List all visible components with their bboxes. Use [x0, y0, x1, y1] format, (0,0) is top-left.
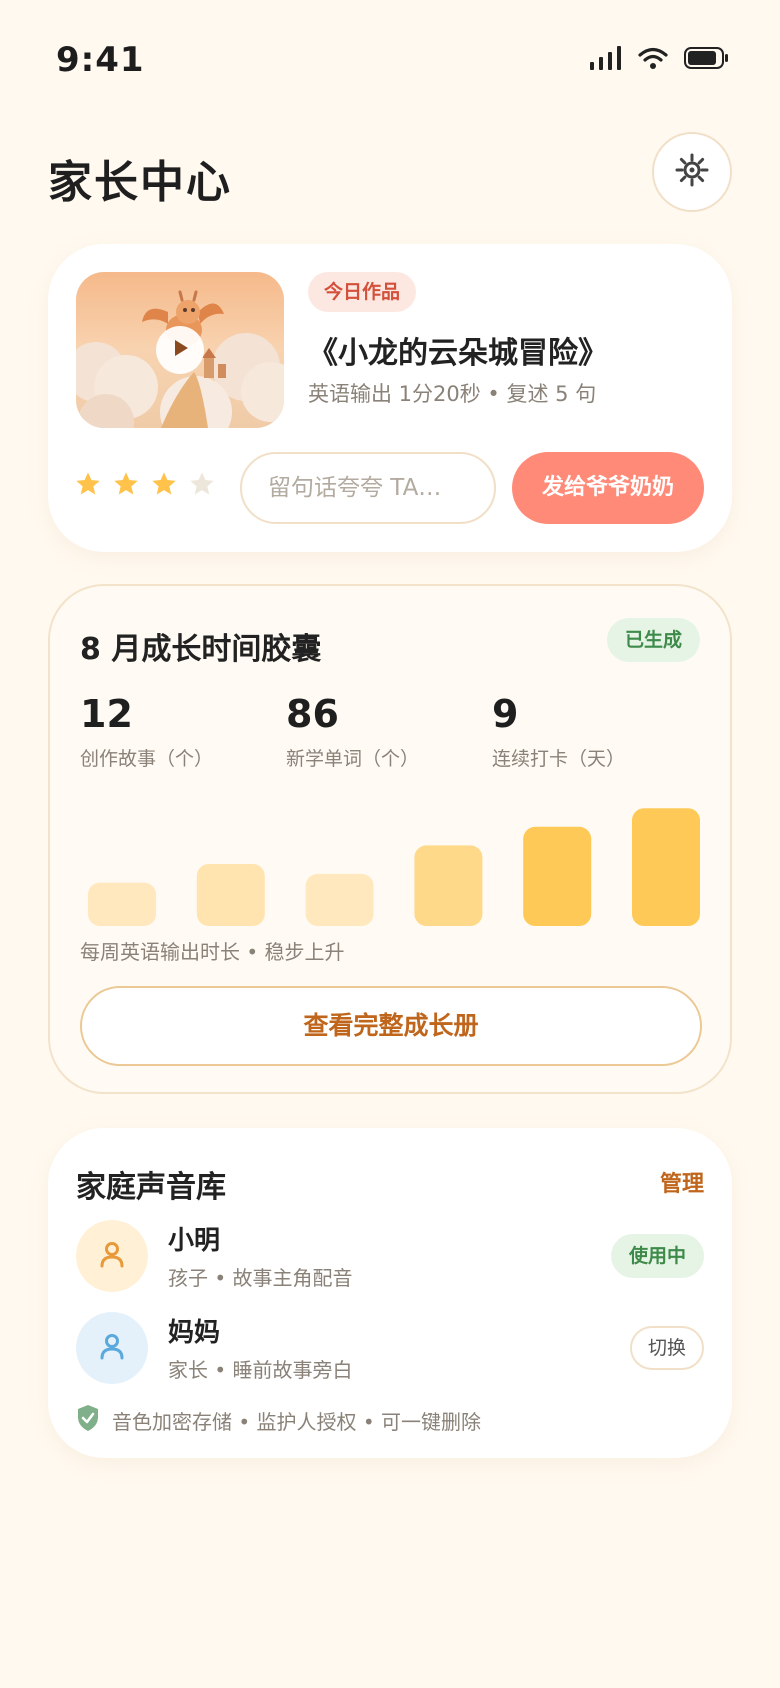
status-time: 9:41: [56, 40, 145, 80]
stat-streak: 9 连续打卡（天）: [492, 692, 625, 771]
voice-desc: 家长 • 睡前故事旁白: [168, 1358, 353, 1382]
stat-value: 86: [286, 692, 339, 736]
privacy-note: 音色加密存储 • 监护人授权 • 可一键删除: [76, 1404, 481, 1436]
star-empty-icon[interactable]: [188, 470, 216, 504]
switch-button[interactable]: 切换: [629, 1326, 704, 1370]
wifi-icon: [638, 47, 668, 73]
story-meta: 英语输出 1分20秒 • 复述 5 句: [308, 382, 597, 406]
chart-bar-week-1: [88, 882, 156, 926]
voice-item-xiaoming[interactable]: 小明 孩子 • 故事主角配音 使用中: [76, 1220, 704, 1292]
page-title: 家长中心: [48, 157, 232, 208]
voice-name: 妈妈: [168, 1318, 221, 1348]
battery-icon: [684, 47, 730, 73]
chart-bar-week-3: [305, 873, 374, 926]
stat-words: 86 新学单词（个）: [286, 692, 419, 771]
star-filled-icon[interactable]: [112, 470, 140, 504]
stat-value: 12: [80, 692, 133, 736]
stat-label: 新学单词（个）: [286, 748, 420, 770]
story-title: 《小龙的云朵城冒险》: [308, 336, 608, 371]
capsule-status-badge: 已生成: [606, 618, 700, 662]
praise-comment-input[interactable]: 留句话夸夸 TA…: [240, 452, 496, 524]
chart-bar-week-5: [523, 826, 592, 926]
signal-icon: [590, 46, 622, 74]
chart-bar-week-2: [196, 864, 265, 926]
star-filled-icon[interactable]: [74, 470, 102, 504]
today-tag: 今日作品: [308, 272, 417, 312]
view-growth-book-button[interactable]: 查看完整成长册: [80, 986, 702, 1066]
manage-link[interactable]: 管理: [660, 1166, 704, 1198]
stat-label: 连续打卡（天）: [492, 748, 626, 770]
play-icon: [170, 338, 190, 362]
settings-button[interactable]: [652, 132, 732, 212]
star-filled-icon[interactable]: [150, 470, 178, 504]
shield-check-icon: [76, 1404, 100, 1436]
story-thumbnail[interactable]: [76, 272, 284, 428]
voice-library-card: 家庭声音库 管理 小明 孩子 • 故事主角配音 使用中 妈妈 家长 • 睡前故事…: [48, 1128, 732, 1458]
chart-bar-week-4: [414, 845, 483, 926]
status-bar: 9:41: [0, 0, 780, 120]
capsule-title: 8 月成长时间胶囊: [80, 632, 322, 667]
avatar: [76, 1312, 148, 1384]
user-icon: [97, 1239, 127, 1273]
chart-bar-week-6: [632, 808, 700, 926]
stat-stories: 12 创作故事（个）: [80, 692, 213, 771]
growth-capsule-card: 8 月成长时间胶囊 已生成 12 创作故事（个） 86 新学单词（个） 9 连续…: [48, 584, 732, 1094]
play-button[interactable]: [156, 326, 204, 374]
stat-value: 9: [492, 692, 519, 736]
user-icon: [97, 1331, 127, 1365]
voice-name: 小明: [168, 1226, 221, 1256]
chart-caption: 每周英语输出时长 • 稳步上升: [80, 940, 345, 964]
in-use-badge: 使用中: [610, 1234, 704, 1278]
avatar: [76, 1220, 148, 1292]
star-rating[interactable]: [74, 470, 216, 504]
today-work-card: 今日作品 《小龙的云朵城冒险》 英语输出 1分20秒 • 复述 5 句 留句话夸…: [48, 244, 732, 552]
status-icons: [590, 46, 730, 74]
weekly-output-chart: [88, 802, 700, 926]
voice-desc: 孩子 • 故事主角配音: [168, 1266, 353, 1290]
stat-label: 创作故事（个）: [80, 748, 214, 770]
voice-item-mom[interactable]: 妈妈 家长 • 睡前故事旁白 切换: [76, 1312, 704, 1384]
bar-chart-svg: [88, 808, 700, 926]
voice-library-title: 家庭声音库: [76, 1170, 226, 1205]
privacy-text: 音色加密存储 • 监护人授权 • 可一键删除: [112, 1409, 482, 1434]
gear-icon: [674, 152, 710, 192]
send-to-grandparents-button[interactable]: 发给爷爷奶奶: [512, 452, 704, 524]
